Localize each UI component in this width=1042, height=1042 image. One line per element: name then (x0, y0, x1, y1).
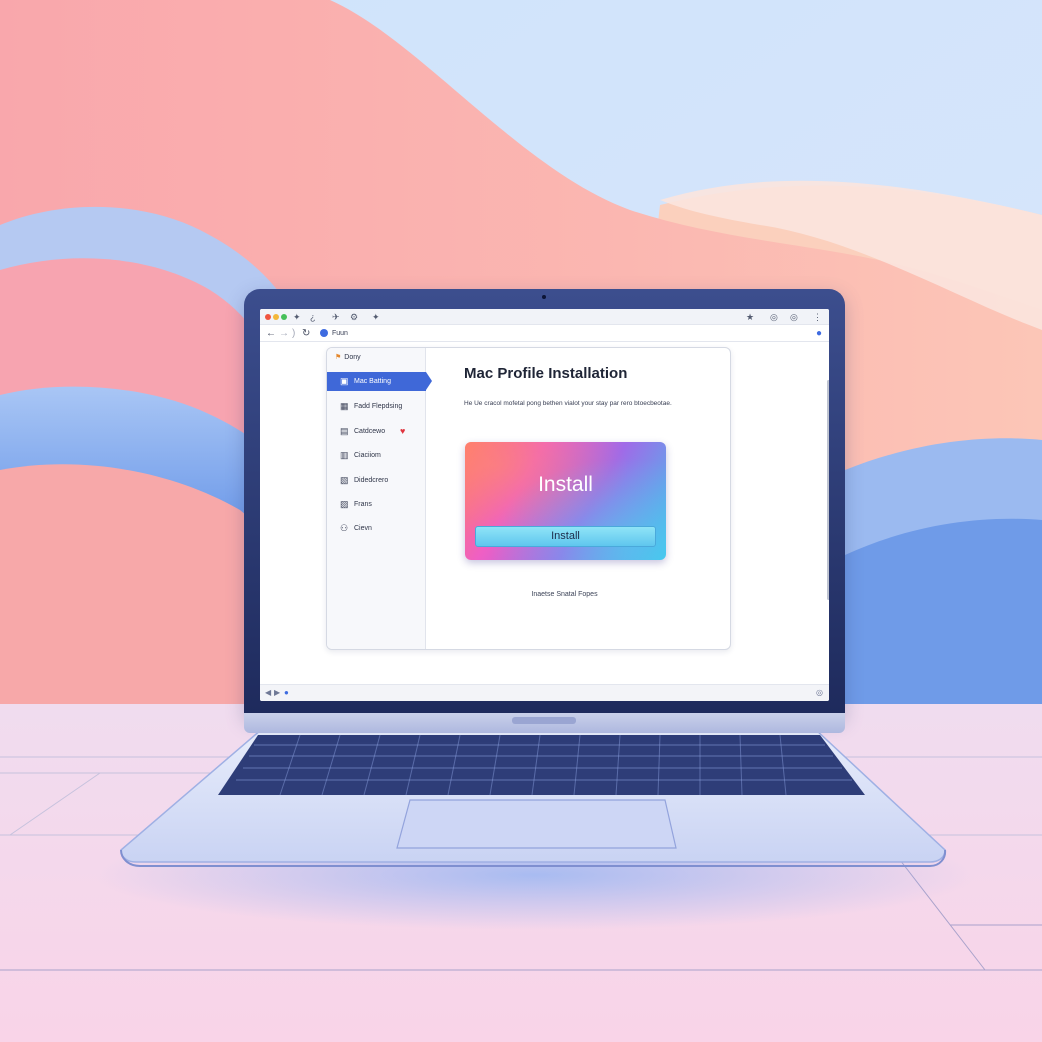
sidebar-header-label: Dony (344, 354, 361, 361)
document-icon: ▤ (340, 426, 349, 436)
sidebar-item-didedcrero[interactable]: ▧ Didedcrero (327, 471, 426, 490)
sidebar-item-label: Didedcrero (354, 477, 389, 484)
extensions-icon[interactable]: ◎ (770, 310, 778, 324)
site-icon (320, 329, 328, 337)
install-card-heading: Install (538, 473, 593, 496)
sidebar-item-fadd-flepdsing[interactable]: ▦ Fadd Flepdsing (327, 397, 426, 416)
account-icon[interactable]: ● (816, 326, 822, 341)
tab-icon[interactable]: ✈ (332, 310, 340, 324)
grid-icon: ▦ (340, 401, 349, 411)
camera-icon (542, 295, 546, 299)
laptop-hinge (244, 713, 845, 733)
main-pane: Mac Profile Installation He Ue cracol mo… (426, 348, 730, 649)
back-arrow-icon[interactable]: ← (266, 326, 276, 341)
sidebar-item-label: Ciaciiom (354, 452, 381, 459)
browser-status-bar: ◀ ▶ ● ◎ (260, 684, 829, 701)
laptop-screen-bezel: ✦ ¿ ✈ ⚙ ✦ ★ ◎ ◎ ⋮ ← → ) ↻ Fuun ● ⚑ Dony … (244, 289, 845, 717)
sidebar-item-label: Catdcewo (354, 428, 386, 435)
heart-icon: ♥ (400, 426, 406, 436)
page-scrollbar[interactable] (827, 380, 829, 600)
status-dot-icon: ● (284, 688, 289, 697)
sidebar-item-label: Fadd Flepdsing (354, 403, 403, 410)
list-icon: ▥ (340, 450, 349, 460)
reload-icon[interactable]: ↻ (302, 326, 310, 341)
install-card: Install Install (465, 442, 666, 560)
sidebar-item-catdcewo[interactable]: ▤ Catdcewo ♥ (327, 422, 426, 441)
status-settings-icon[interactable]: ◎ (816, 687, 823, 699)
nav-separator: ) (292, 328, 296, 339)
sidebar: ⚑Dony ▣ Mac Batting ▦ Fadd Flepdsing ▤ (327, 348, 432, 649)
scene: ✦ ¿ ✈ ⚙ ✦ ★ ◎ ◎ ⋮ ← → ) ↻ Fuun ● ⚑ Dony … (0, 0, 1042, 1042)
tab-icon[interactable]: ¿ (310, 310, 316, 324)
page-content: ⚑Dony ▣ Mac Batting ▦ Fadd Flepdsing ▤ (260, 342, 829, 684)
zoom-window-icon[interactable] (281, 314, 287, 320)
sidebar-item-label: Cievn (354, 525, 372, 532)
install-button[interactable]: Install (475, 526, 656, 547)
close-window-icon[interactable] (265, 314, 271, 320)
settings-icon: ▧ (340, 475, 349, 485)
bookmark-icon[interactable]: ★ (746, 310, 754, 324)
url-input[interactable]: Fuun (320, 328, 810, 339)
browser-tab-bar: ✦ ¿ ✈ ⚙ ✦ ★ ◎ ◎ ⋮ (260, 309, 829, 325)
address-bar: ← → ) ↻ Fuun ● (260, 325, 829, 342)
page-title: Mac Profile Installation (464, 365, 628, 382)
sidebar-item-label: Frans (354, 501, 372, 508)
frame-icon: ▨ (340, 499, 349, 509)
sidebar-item-cievn[interactable]: ⚇ Cievn (327, 519, 426, 538)
install-note: Inaetse Snatal Fopes (531, 591, 598, 598)
minimize-window-icon[interactable] (273, 314, 279, 320)
tab-icon[interactable]: ✦ (293, 310, 301, 324)
sidebar-item-mac-batting[interactable]: ▣ Mac Batting (327, 372, 432, 391)
url-text: Fuun (332, 330, 348, 337)
profile-icon[interactable]: ◎ (790, 310, 798, 324)
tab-icon[interactable]: ✦ (372, 310, 380, 324)
menu-icon[interactable]: ⋮ (813, 310, 822, 324)
sidebar-item-frans[interactable]: ▨ Frans (327, 495, 426, 514)
status-back-icon[interactable]: ◀ (265, 687, 271, 699)
monitor-icon: ▣ (340, 376, 349, 386)
profile-installer-window: ⚑Dony ▣ Mac Batting ▦ Fadd Flepdsing ▤ (326, 347, 731, 650)
page-description: He Ue cracol mofetal pong bethen vialot … (464, 400, 672, 407)
tag-icon: ⚑ (335, 354, 342, 361)
browser-window: ✦ ¿ ✈ ⚙ ✦ ★ ◎ ◎ ⋮ ← → ) ↻ Fuun ● ⚑ Dony … (260, 309, 829, 701)
tab-icon[interactable]: ⚙ (350, 310, 358, 324)
sidebar-item-ciaciiom[interactable]: ▥ Ciaciiom (327, 446, 426, 465)
sidebar-item-label: Mac Batting (354, 378, 391, 385)
status-forward-icon[interactable]: ▶ (274, 687, 280, 699)
sidebar-header: ⚑ Dony (335, 353, 361, 363)
hinge-notch (512, 717, 576, 724)
globe-icon: ⚇ (340, 523, 349, 533)
forward-arrow-icon[interactable]: → (279, 326, 289, 341)
